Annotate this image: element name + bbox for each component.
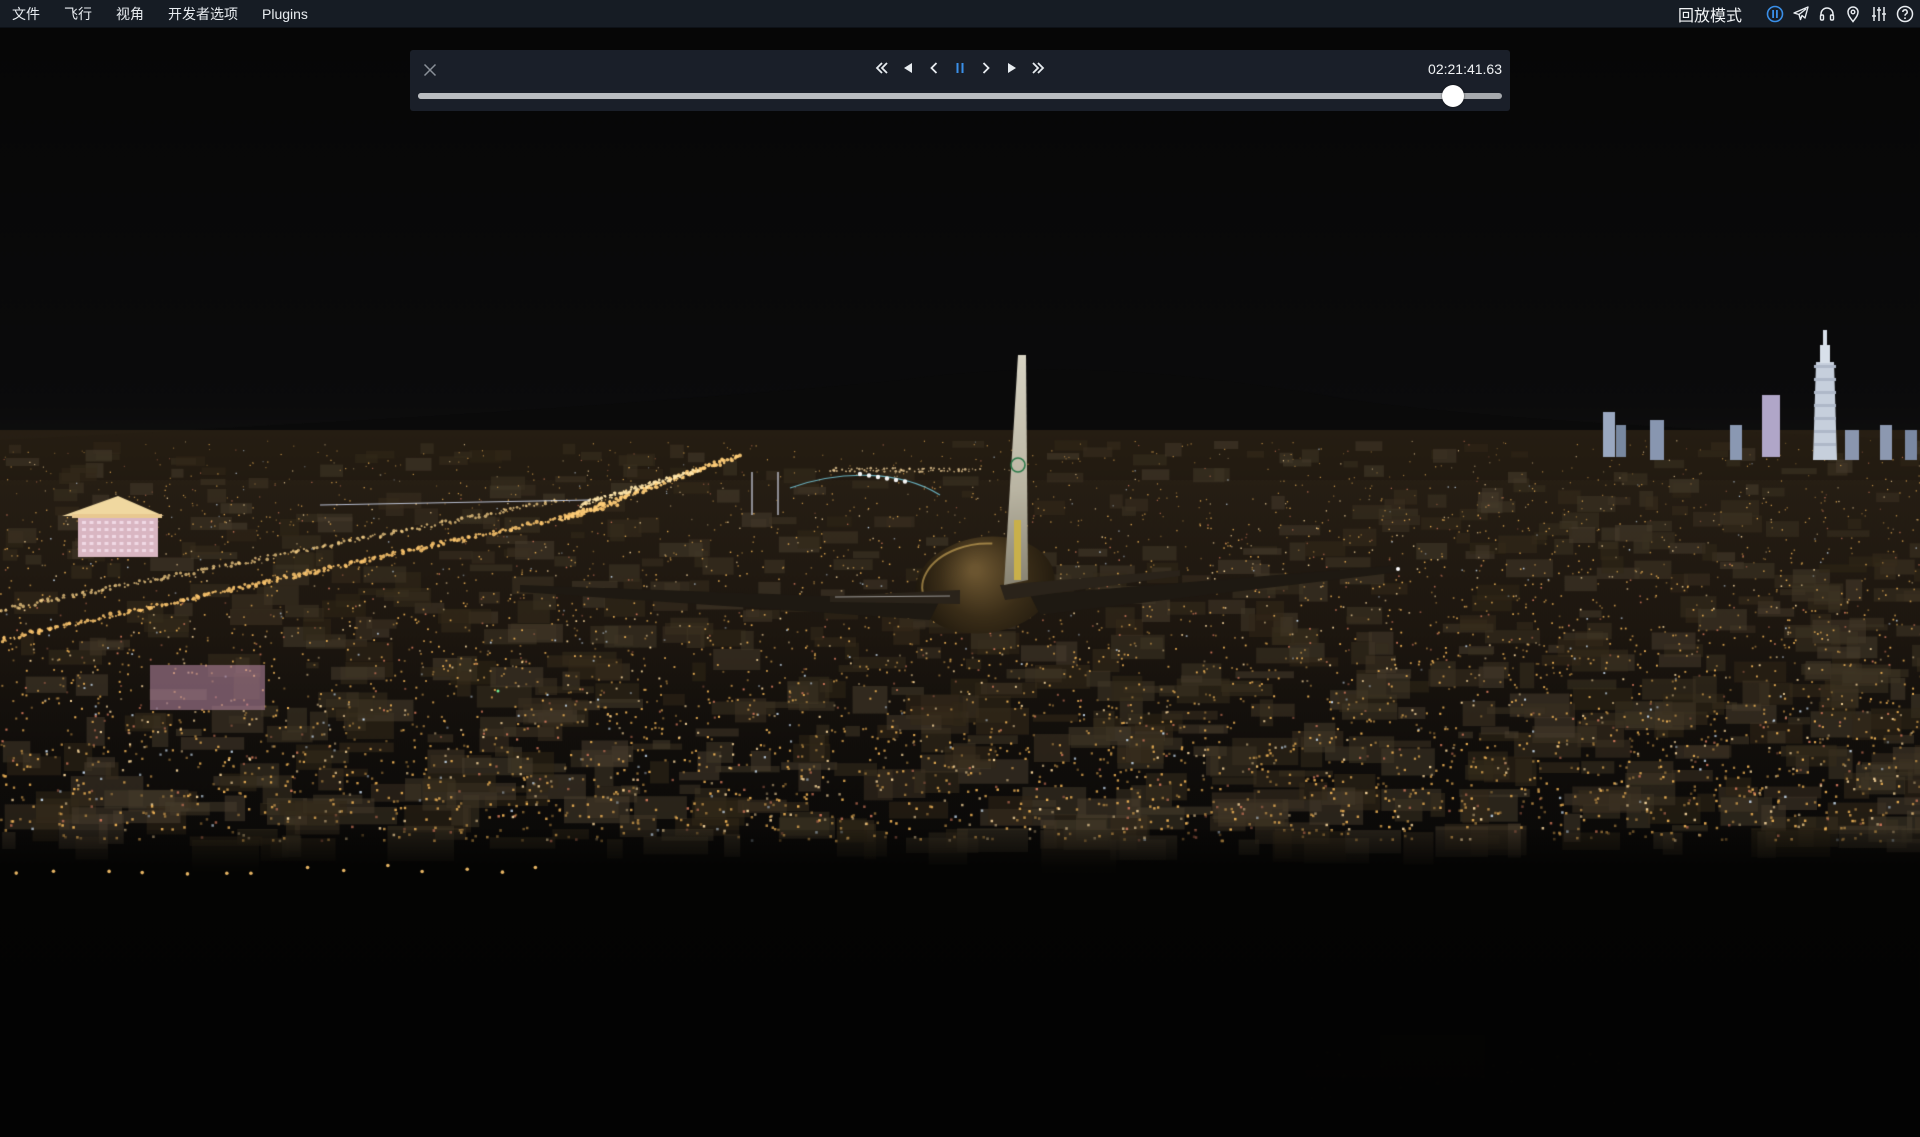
map-pin-icon[interactable] [1844,5,1862,23]
3d-scene-view[interactable] [0,0,1920,1137]
menu-plugins[interactable]: Plugins [262,0,308,28]
replay-scrubber-track[interactable] [418,85,1502,107]
replay-time-readout: 02:21:41.63 [1428,61,1502,77]
step-forward-icon[interactable] [978,60,994,76]
help-icon[interactable] [1896,5,1914,23]
menu-view[interactable]: 视角 [116,0,144,28]
airplane-icon[interactable] [1792,5,1810,23]
rewind-fast-icon[interactable] [874,60,890,76]
menu-left: 文件 飞行 视角 开发者选项 Plugins [0,0,332,28]
replay-scrubber-thumb[interactable] [1442,85,1465,107]
headset-icon[interactable] [1818,5,1836,23]
menu-file[interactable]: 文件 [12,0,40,28]
sliders-icon[interactable] [1870,5,1888,23]
fast-forward-icon[interactable] [1030,60,1046,76]
play-icon[interactable] [1004,60,1020,76]
replay-control-panel: 02:21:41.63 [410,50,1510,111]
replay-mode-label: 回放模式 [1677,7,1742,25]
pause-icon[interactable] [952,60,968,76]
menu-developer[interactable]: 开发者选项 [168,0,238,28]
menu-bar: 文件 飞行 视角 开发者选项 Plugins 回放模式 [0,0,1920,28]
menu-right: 回放模式 [1678,0,1920,28]
replay-scrubber-fill [418,93,1454,99]
pause-status-icon[interactable] [1766,5,1784,23]
transport-controls [410,58,1510,78]
rewind-icon[interactable] [900,60,916,76]
menu-flight[interactable]: 飞行 [64,0,92,28]
sim-viewport[interactable]: 文件 飞行 视角 开发者选项 Plugins 回放模式 02:21:41.63 [0,0,1920,1137]
step-back-icon[interactable] [926,60,942,76]
